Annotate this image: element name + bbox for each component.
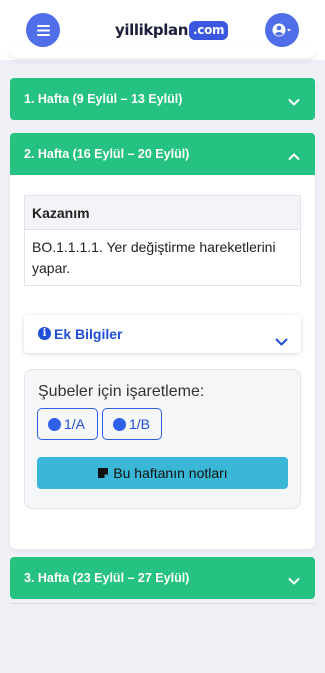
kazanim-header: Kazanım xyxy=(25,196,300,230)
user-circle-icon xyxy=(272,23,291,37)
logo-text: yillikplan xyxy=(115,21,188,39)
logo-tag: .com xyxy=(189,20,229,40)
week-2-header[interactable]: 2. Hafta (16 Eylül – 20 Eylül) xyxy=(10,133,315,175)
ek-bilgiler-label: Ek Bilgiler xyxy=(54,326,123,342)
chevron-down-icon xyxy=(288,578,300,585)
sube-1a-button[interactable]: 1/A xyxy=(37,408,98,440)
sube-label: 1/B xyxy=(129,416,151,432)
info-icon: i xyxy=(38,327,51,340)
chevron-up-icon xyxy=(288,153,300,160)
sticky-note-icon xyxy=(98,468,109,478)
kazanim-text: BO.1.1.1.1. Yer değiştirme hareketlerini… xyxy=(32,239,276,276)
sube-label: 1/A xyxy=(64,416,86,432)
week-1-header[interactable]: 1. Hafta (9 Eylül – 13 Eylül) xyxy=(10,78,315,120)
circle-icon xyxy=(113,417,126,431)
week-notes-button[interactable]: Bu haftanın notları xyxy=(37,457,288,489)
subeler-panel: Şubeler için işaretleme: 1/A 1/B Bu haft… xyxy=(24,369,301,509)
kazanim-table: Kazanım BO.1.1.1.1. Yer değiştirme harek… xyxy=(24,195,301,286)
notes-button-label: Bu haftanın notları xyxy=(113,465,228,481)
divider xyxy=(10,603,315,604)
hamburger-icon xyxy=(36,24,50,36)
week-title: 1. Hafta (9 Eylül – 13 Eylül) xyxy=(24,92,183,106)
user-menu-button[interactable] xyxy=(265,13,299,47)
week-3-header[interactable]: 3. Hafta (23 Eylül – 27 Eylül) xyxy=(10,557,315,599)
chevron-down-icon xyxy=(275,338,288,346)
site-logo[interactable]: yillikplan .com xyxy=(115,17,229,43)
ek-bilgiler-toggle[interactable]: i Ek Bilgiler xyxy=(24,315,301,353)
menu-button[interactable] xyxy=(26,13,60,47)
sube-1b-button[interactable]: 1/B xyxy=(102,408,162,440)
week-title: 2. Hafta (16 Eylül – 20 Eylül) xyxy=(24,147,190,161)
subeler-title: Şubeler için işaretleme: xyxy=(38,383,205,400)
circle-icon xyxy=(48,417,61,431)
navbar-shadow xyxy=(10,48,315,58)
week-title: 3. Hafta (23 Eylül – 27 Eylül) xyxy=(24,571,190,585)
chevron-down-icon xyxy=(288,99,300,106)
week-2-content: Kazanım BO.1.1.1.1. Yer değiştirme harek… xyxy=(10,175,315,549)
